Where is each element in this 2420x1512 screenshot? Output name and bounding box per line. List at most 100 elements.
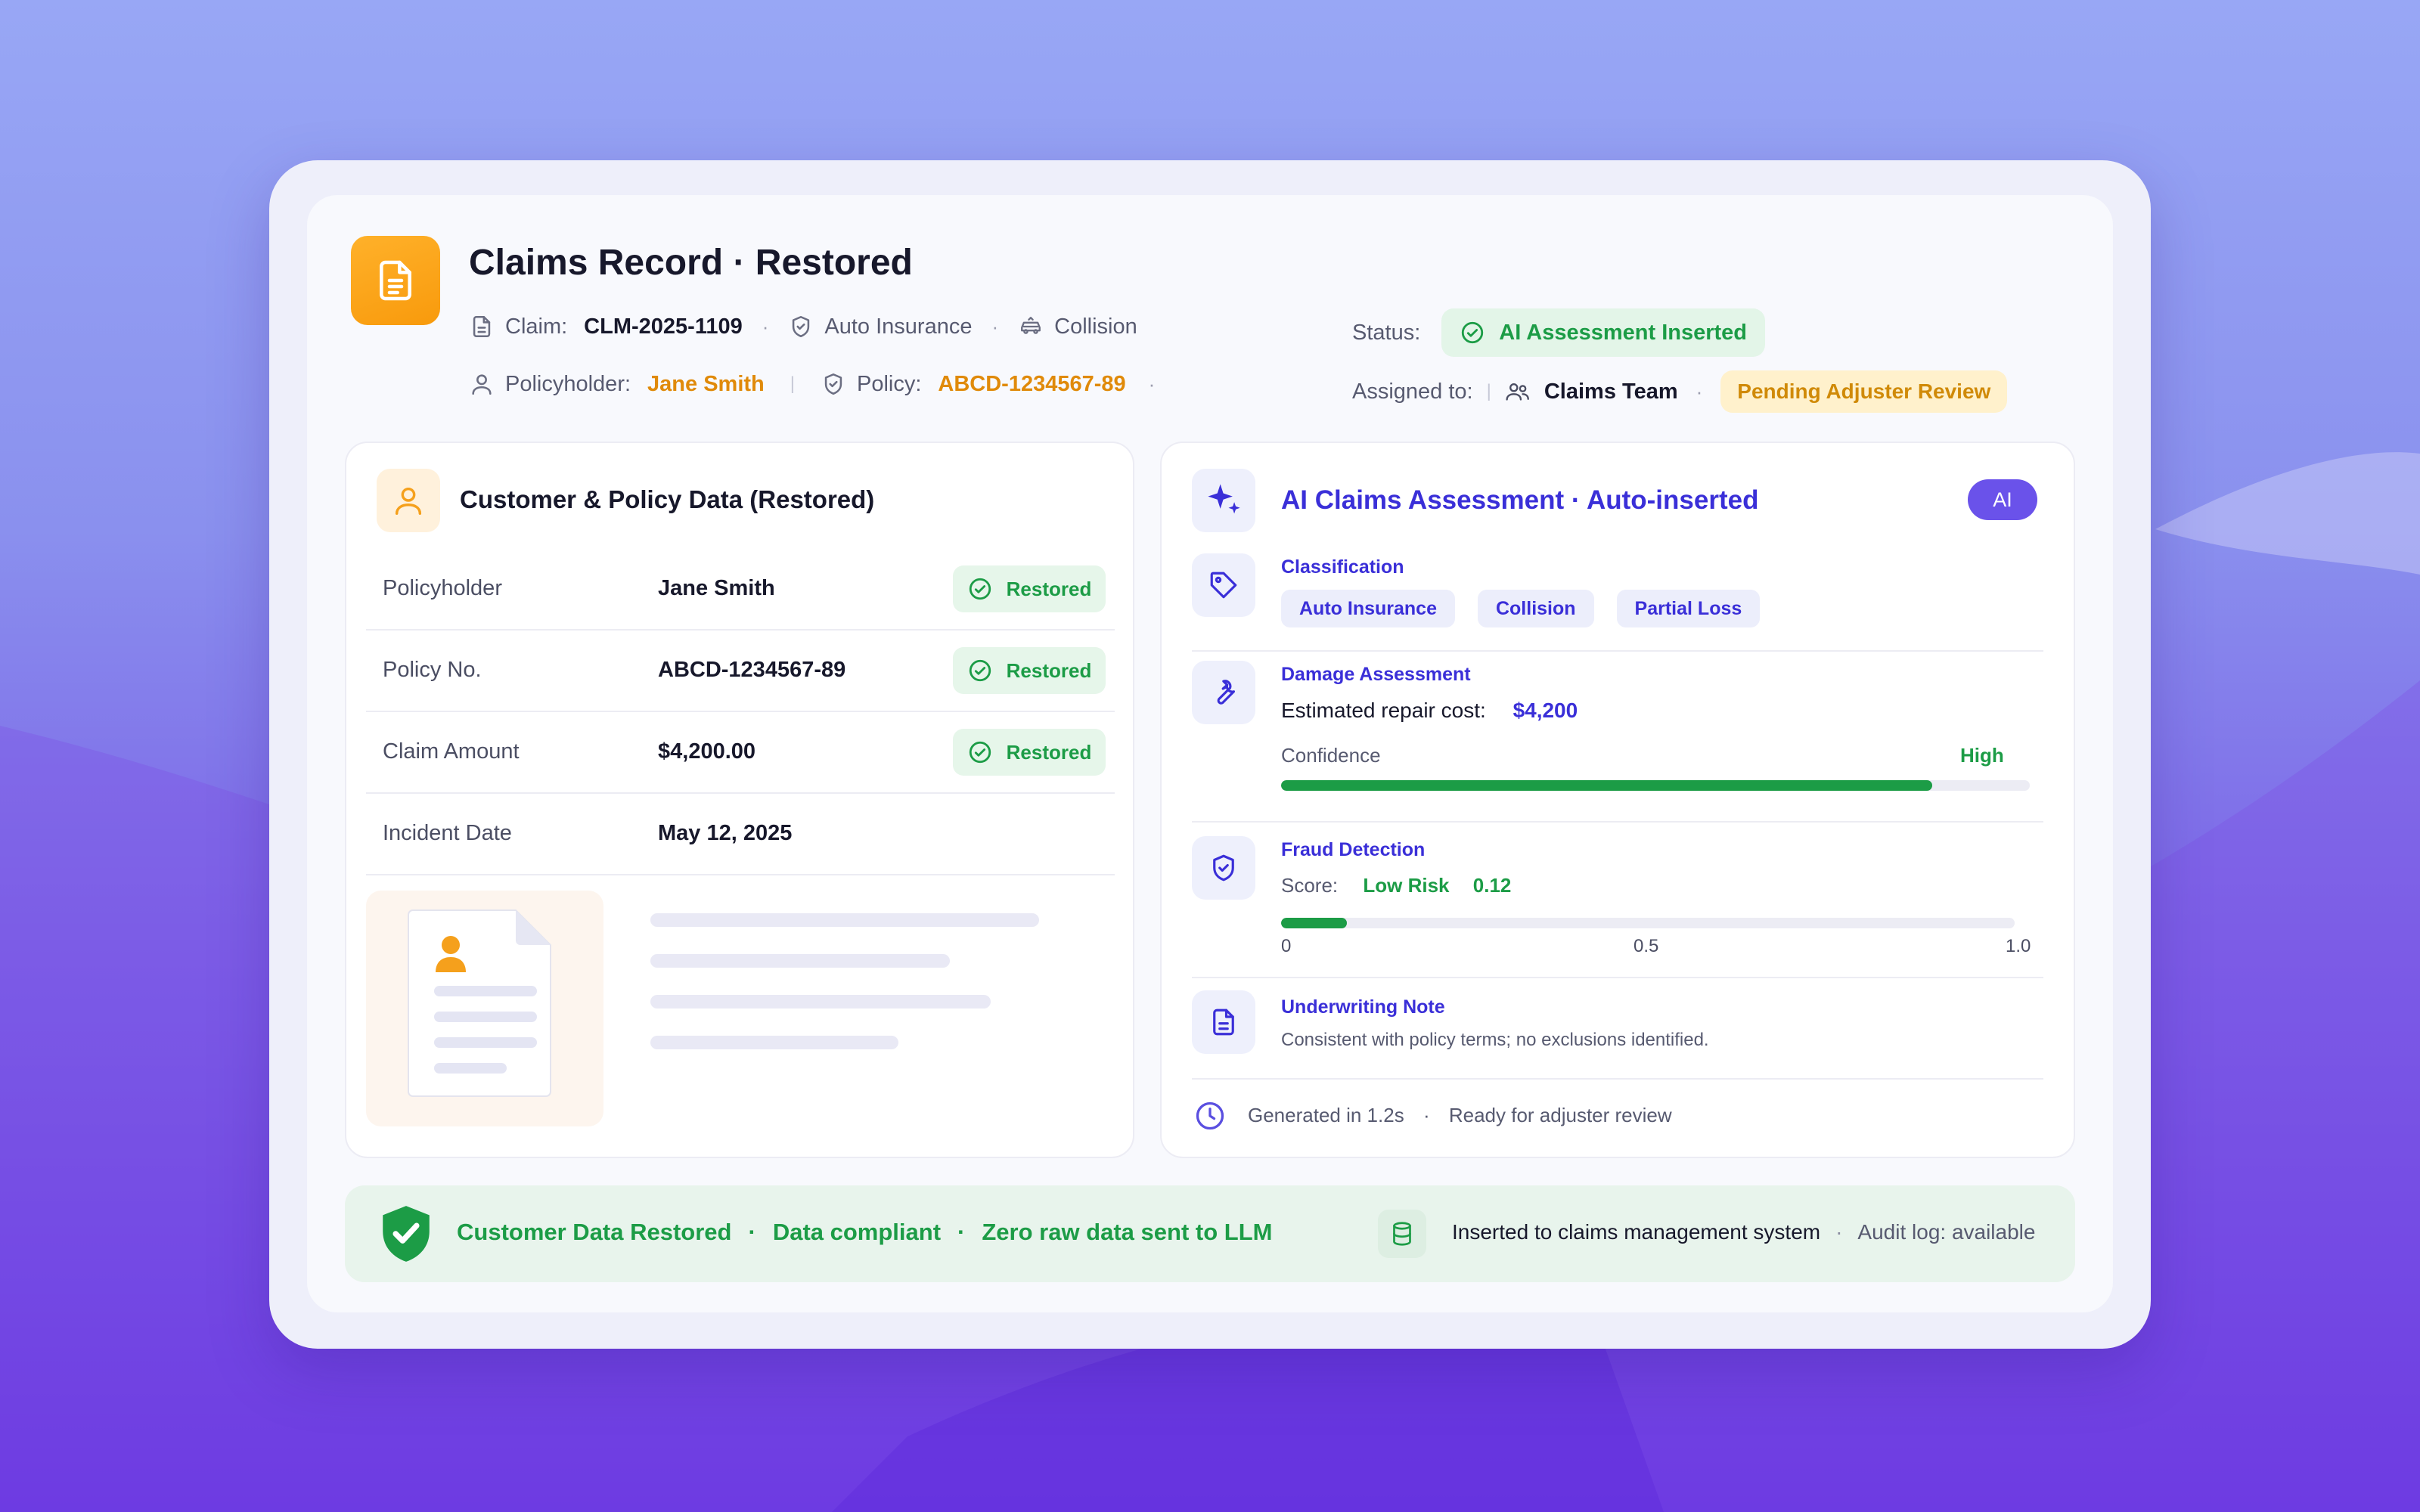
assignment-row: Assigned to: | Claims Team · Pending Adj…: [1352, 370, 2008, 413]
classification-title: Classification: [1281, 556, 1404, 578]
status-value: AI Assessment Inserted: [1499, 320, 1748, 345]
fraud-score-bar-fill: [1281, 918, 1348, 928]
policy-number[interactable]: ABCD-1234567-89: [938, 372, 1125, 397]
row-key: Policyholder: [383, 576, 502, 600]
fraud-score-row: Score: Low Risk 0.12: [1281, 874, 1511, 897]
score-label: Score:: [1281, 874, 1339, 897]
repair-cost-value: $4,200: [1512, 699, 1578, 722]
tag-chip: Partial Loss: [1616, 590, 1761, 627]
confidence-bar-fill: [1281, 780, 1933, 791]
table-row: Incident Date May 12, 2025: [366, 794, 1115, 875]
card-title: Customer & Policy Data (Restored): [460, 485, 875, 513]
row-value: May 12, 2025: [658, 821, 793, 845]
policyholder-name[interactable]: Jane Smith: [647, 372, 765, 397]
audit-log-link[interactable]: Audit log: available: [1857, 1220, 2035, 1244]
clock-icon: [1193, 1099, 1227, 1132]
claims-record-panel: Claims Record · Restored Claim: CLM-2025…: [307, 195, 2113, 1312]
ai-assessment-card: AI Claims Assessment · Auto-inserted AI …: [1160, 442, 2075, 1158]
tag-chip: Auto Insurance: [1281, 590, 1455, 627]
users-icon: [1505, 379, 1531, 404]
note-icon: [1192, 990, 1255, 1054]
database-icon: [1378, 1210, 1426, 1258]
status-label: Status:: [1352, 320, 1421, 345]
check-circle-icon: [967, 739, 993, 765]
policy-label: Policy:: [856, 371, 922, 396]
repair-cost-row: Estimated repair cost: $4,200: [1281, 699, 1578, 723]
restored-badge: Restored: [953, 647, 1106, 694]
classification-tags: Auto Insurance Collision Partial Loss: [1281, 590, 1782, 627]
policyholder-label: Policyholder:: [505, 371, 631, 396]
tick-label: 0: [1281, 936, 1292, 956]
wrench-icon: [1192, 661, 1255, 724]
check-circle-icon: [967, 576, 993, 602]
underwriting-title: Underwriting Note: [1281, 996, 1445, 1018]
check-circle-icon: [1460, 320, 1485, 345]
row-key: Incident Date: [383, 821, 512, 845]
tick-label: 0.5: [1634, 936, 1659, 956]
policy-meta-row: Policyholder: Jane Smith | Policy: ABCD-…: [469, 371, 1174, 397]
tag-chip: Collision: [1477, 590, 1594, 627]
tick-label: 1.0: [2006, 936, 2031, 956]
generation-meta: Generated in 1.2s · Ready for adjuster r…: [1248, 1104, 1672, 1126]
skeleton-line: [650, 954, 950, 968]
score-value: 0.12: [1472, 874, 1512, 897]
skeleton-line: [650, 995, 991, 1009]
data-compliant: Data compliant: [772, 1219, 942, 1245]
confidence-value: High: [1960, 744, 2004, 767]
zero-raw-data: Zero raw data sent to LLM: [982, 1219, 1273, 1245]
car-icon: [1018, 314, 1044, 339]
shield-check-icon: [378, 1204, 434, 1264]
compliance-footer: Customer Data Restored · Data compliant · Ze…: [345, 1185, 2075, 1282]
section-divider: [1192, 1078, 2043, 1080]
system-status: Inserted to claims management system · Aud…: [1452, 1220, 2036, 1244]
inserted-status: Inserted to claims management system: [1452, 1220, 1821, 1244]
fraud-score-bar: [1281, 918, 2015, 928]
table-row: Policy No. ABCD-1234567-89 Restored: [366, 631, 1115, 712]
fraud-title: Fraud Detection: [1281, 839, 1426, 860]
section-divider: [1192, 977, 2043, 978]
claim-meta-row: Claim: CLM-2025-1109 · Auto Insurance · …: [469, 314, 1137, 339]
pending-review-badge: Pending Adjuster Review: [1720, 370, 2008, 413]
assigned-label: Assigned to:: [1352, 379, 1473, 404]
row-key: Claim Amount: [383, 739, 520, 764]
customer-data-restored: Customer Data Restored: [457, 1219, 732, 1245]
row-value: Jane Smith: [658, 576, 775, 600]
status-badge: AI Assessment Inserted: [1441, 308, 1766, 357]
user-icon: [469, 371, 495, 397]
restored-badge: Restored: [953, 565, 1106, 612]
shield-check-icon: [1192, 836, 1255, 900]
assigned-team[interactable]: Claims Team: [1544, 380, 1678, 404]
confidence-label: Confidence: [1281, 744, 1381, 767]
shield-icon: [788, 314, 814, 339]
ai-chip: AI: [1968, 479, 2037, 520]
repair-cost-label: Estimated repair cost:: [1281, 699, 1486, 722]
claim-id: CLM-2025-1109: [584, 314, 743, 339]
section-divider: [1192, 821, 2043, 823]
page-title: Claims Record · Restored: [469, 243, 913, 283]
section-divider: [1192, 650, 2043, 652]
restored-badge: Restored: [953, 729, 1106, 776]
document-icon: [351, 236, 440, 325]
sparkle-icon: [1192, 469, 1255, 532]
document-illustration: [366, 891, 603, 1126]
status-row: Status: AI Assessment Inserted: [1352, 308, 1766, 357]
damage-title: Damage Assessment: [1281, 664, 1471, 685]
row-value: ABCD-1234567-89: [658, 658, 846, 682]
table-row: Claim Amount $4,200.00 Restored: [366, 712, 1115, 794]
line-of-business: Auto Insurance: [824, 314, 973, 339]
customer-policy-card: Customer & Policy Data (Restored) Policy…: [345, 442, 1134, 1158]
claim-label: Claim:: [505, 314, 568, 339]
ai-card-title: AI Claims Assessment · Auto-inserted: [1281, 485, 1759, 515]
check-circle-icon: [967, 658, 993, 683]
outer-frame: Claims Record · Restored Claim: CLM-2025…: [269, 160, 2151, 1349]
tag-icon: [1192, 553, 1255, 617]
table-row: Policyholder Jane Smith Restored: [366, 549, 1115, 631]
user-icon: [377, 469, 440, 532]
file-icon: [469, 314, 495, 339]
row-key: Policy No.: [383, 658, 482, 682]
compliance-summary: Customer Data Restored · Data compliant · Ze…: [457, 1219, 1273, 1245]
generated-time: Generated in 1.2s: [1248, 1104, 1404, 1126]
row-value: $4,200.00: [658, 739, 756, 764]
shield-check-icon: [821, 371, 846, 397]
risk-label: Low Risk: [1363, 874, 1450, 897]
